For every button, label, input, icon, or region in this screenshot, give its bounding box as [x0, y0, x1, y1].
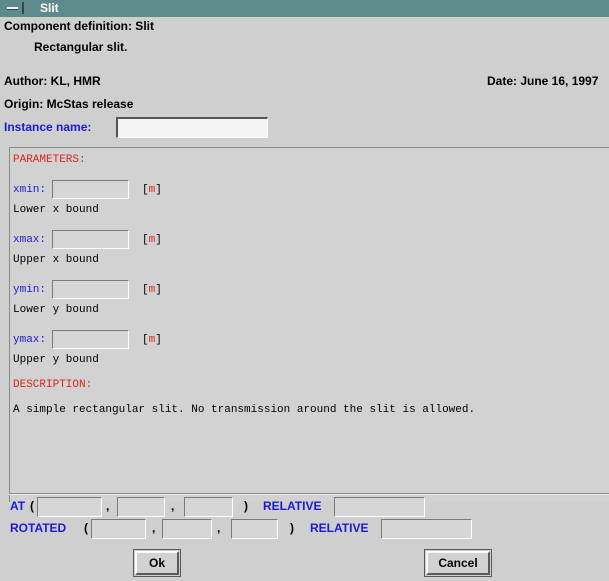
window-title: Slit — [40, 1, 59, 15]
component-definition-label: Component definition: Slit — [4, 19, 154, 33]
param-xmin-input[interactable] — [52, 180, 129, 199]
parameters-text-area: PARAMETERS: xmin: [m] Lower x bound xmax… — [9, 147, 609, 502]
param-ymin-unit: [m] — [142, 284, 162, 296]
description-text: A simple rectangular slit. No transmissi… — [13, 404, 476, 416]
rotated-y-input[interactable] — [162, 519, 212, 539]
window-menu-icon[interactable] — [4, 2, 24, 14]
rotated-z-input[interactable] — [231, 519, 278, 539]
rotated-relative-input[interactable] — [381, 519, 472, 539]
param-ymax-description: Upper y bound — [13, 354, 99, 366]
origin-label: Origin: McStas release — [4, 97, 134, 111]
author-label: Author: KL, HMR — [4, 74, 101, 88]
title-bar[interactable]: Slit — [0, 0, 609, 18]
at-comma-1: , — [106, 499, 110, 513]
rotated-comma-1: , — [152, 521, 156, 535]
param-ymin-description: Lower y bound — [13, 304, 99, 316]
rotated-relative-label: RELATIVE — [310, 521, 369, 535]
at-close-paren: ) — [244, 499, 248, 513]
param-xmin-label: xmin: — [13, 184, 47, 196]
rotated-open-paren: ( — [84, 521, 88, 535]
param-ymin-input[interactable] — [52, 280, 129, 299]
param-xmin-description: Lower x bound — [13, 204, 99, 216]
param-xmax-unit: [m] — [142, 234, 162, 246]
rotated-x-input[interactable] — [91, 519, 146, 539]
description-heading: DESCRIPTION: — [13, 379, 93, 391]
param-ymax-unit: [m] — [142, 334, 162, 346]
at-relative-label: RELATIVE — [263, 499, 322, 513]
param-ymax-label: ymax: — [13, 334, 47, 346]
instance-name-input[interactable] — [116, 117, 268, 138]
rotated-label: ROTATED — [10, 521, 67, 535]
instance-name-label: Instance name: — [4, 120, 92, 134]
cancel-button[interactable]: Cancel — [426, 551, 490, 575]
param-xmax-label: xmax: — [13, 234, 47, 246]
at-label: AT — [10, 499, 26, 513]
at-y-input[interactable] — [117, 497, 165, 517]
param-xmin-unit: [m] — [142, 184, 162, 196]
param-ymin-label: ymin: — [13, 284, 47, 296]
param-ymax-input[interactable] — [52, 330, 129, 349]
component-short-description: Rectangular slit. — [34, 40, 128, 54]
at-z-input[interactable] — [184, 497, 233, 517]
date-label: Date: June 16, 1997 — [487, 74, 599, 88]
param-xmax-description: Upper x bound — [13, 254, 99, 266]
component-dialog: Component definition: Slit Rectangular s… — [0, 17, 609, 581]
at-x-input[interactable] — [37, 497, 102, 517]
at-relative-input[interactable] — [334, 497, 425, 517]
at-comma-2: , — [171, 499, 175, 513]
ok-button[interactable]: Ok — [135, 551, 179, 575]
parameters-heading: PARAMETERS: — [13, 154, 86, 166]
at-open-paren: ( — [30, 499, 34, 513]
rotated-close-paren: ) — [290, 521, 294, 535]
param-xmax-input[interactable] — [52, 230, 129, 249]
separator — [9, 493, 609, 495]
rotated-comma-2: , — [217, 521, 221, 535]
